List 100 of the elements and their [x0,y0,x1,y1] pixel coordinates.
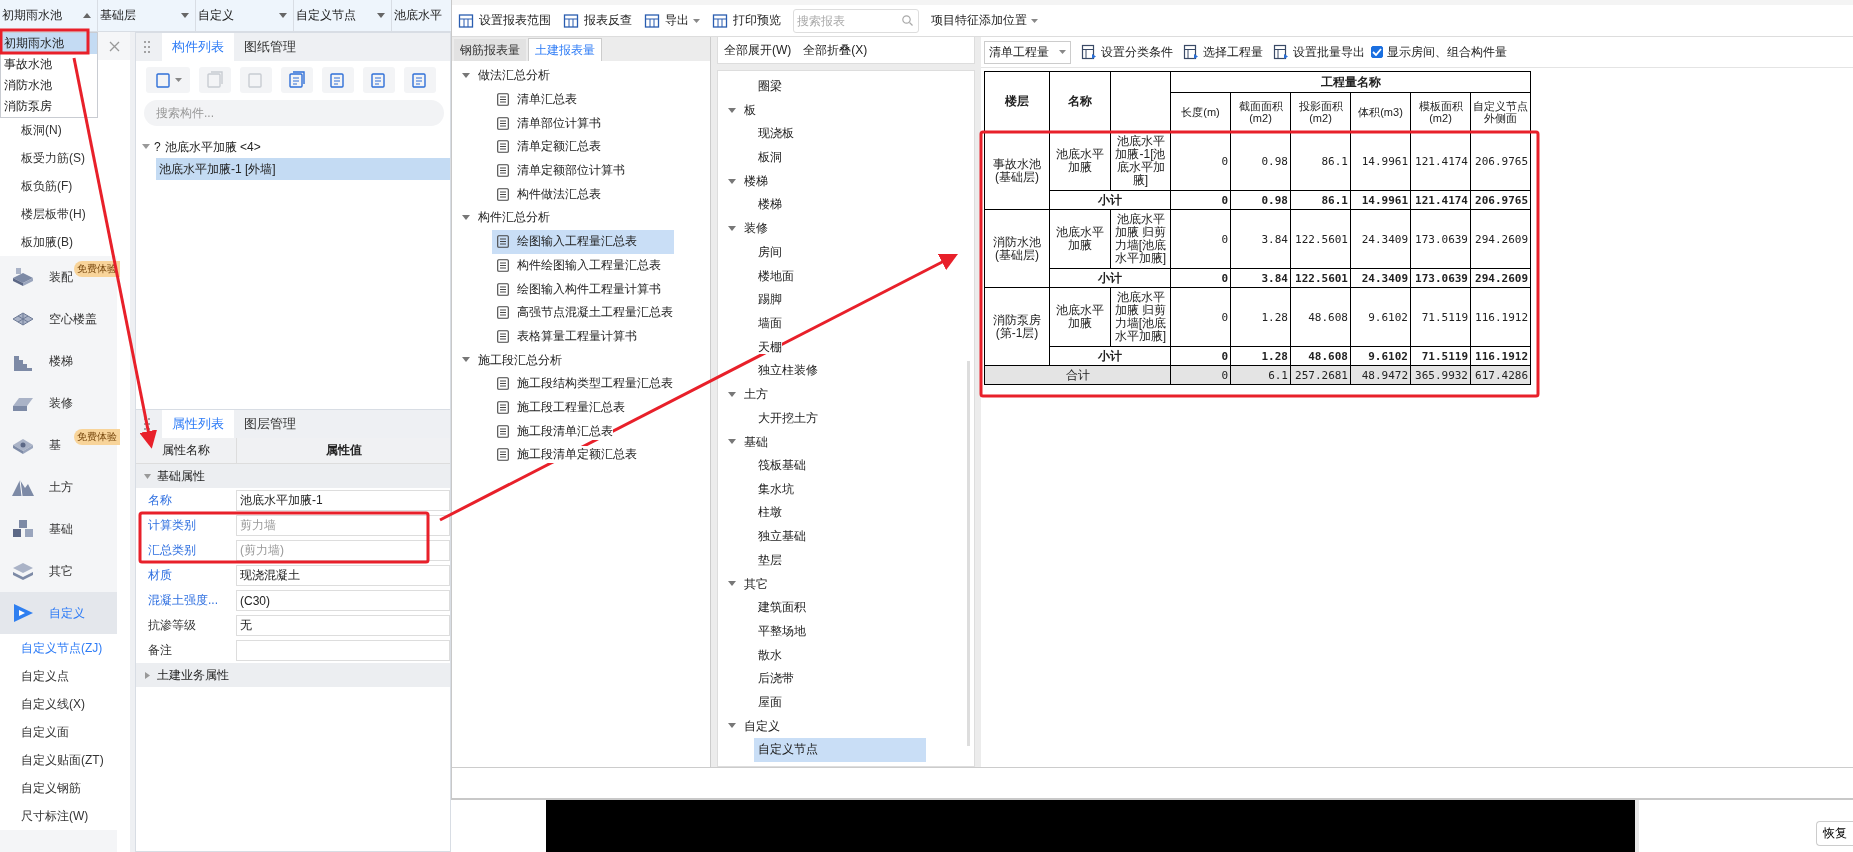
report-item[interactable]: 施工段工程量汇总表 [492,395,674,420]
report-item[interactable]: 清单定额汇总表 [492,135,674,159]
outline-item[interactable]: 独立柱装修 [754,359,926,383]
outline-item[interactable]: 后浇带 [754,667,926,691]
outline-item[interactable]: 柱墩 [754,501,926,526]
dropdown-option[interactable]: 消防水池 [1,75,97,96]
outline-item[interactable]: 大开挖土方 [754,406,926,431]
toolbar-button[interactable]: 选择工程量 [1183,43,1263,61]
category-item[interactable]: 土方 [0,466,117,508]
feature-position-select[interactable]: 项目特征添加位置 [931,12,1038,29]
table-cell: 24.3409 [1350,209,1411,269]
report-item[interactable]: 清单汇总表 [492,87,674,112]
group-header[interactable]: 基础属性 [136,464,450,488]
panel-tab[interactable]: 图层管理 [234,410,306,438]
property-value[interactable]: 无 [236,615,450,636]
outline-item[interactable]: 踢脚 [754,288,926,312]
status-mark: ? [154,140,161,154]
layer-select[interactable]: 自定义节点 [294,0,392,31]
report-item[interactable]: 表格算量工程量计算书 [492,324,674,349]
report-tab[interactable]: 钢筋报表量 [454,39,526,61]
layer-select[interactable]: 自定义 [196,0,294,31]
outline-group-label[interactable]: 楼梯 [744,173,768,191]
outline-item[interactable]: 楼地面 [754,264,926,289]
restore-button[interactable]: 恢复 [1816,821,1853,846]
outline-item[interactable]: 独立基础 [754,525,926,549]
toolbar-button[interactable]: 打印预览 [712,12,781,29]
outline-item[interactable]: 建筑面积 [754,596,926,620]
table-cell: 事故水池(基础层) [984,131,1050,210]
outline-item[interactable]: 筏板基础 [754,454,926,478]
outline-action[interactable]: 全部展开(W) [724,41,792,59]
report-item[interactable]: 清单部位计算书 [492,111,674,136]
report-item[interactable]: 施工段清单汇总表 [492,419,674,443]
quantity-type-select[interactable]: 清单工程量 [984,40,1071,64]
column-group-header: 工程量名称 [1170,71,1531,93]
panel-tab[interactable]: 属性列表 [162,410,234,438]
group-header[interactable]: 土建业务属性 [136,663,450,687]
search-field[interactable]: 搜索构件... [144,100,444,126]
layer-select[interactable]: 池底水平 [392,0,443,31]
outline-item[interactable]: 屋面 [754,690,926,715]
category-item[interactable]: 基 免费体验 [0,424,117,466]
report-tab[interactable]: 土建报表量 [528,38,602,61]
table-cell: 116.1912 [1470,346,1531,366]
outline-item[interactable]: 房间 [754,240,926,265]
toolbar-button[interactable]: 设置报表范围 [458,12,551,29]
report-item[interactable]: 施工段清单定额汇总表 [492,443,674,467]
property-value[interactable]: (C30) [236,590,450,611]
category-item[interactable]: 楼梯 [0,340,117,382]
toolbar-button[interactable]: 设置分类条件 [1081,43,1173,61]
layer-select[interactable]: 初期雨水池 [0,0,98,31]
category-item[interactable]: 空心楼盖 [0,298,117,340]
outline-group-label[interactable]: 自定义 [744,717,780,735]
table-cell: 小计 [1049,346,1171,366]
search-field[interactable]: 搜索报表 [793,8,919,33]
dropdown-option[interactable]: 事故水池 [1,54,97,75]
layer-select[interactable]: 基础层 [98,0,196,31]
tree-group-label[interactable]: 构件汇总分析 [478,209,550,227]
show-rooms-checkbox[interactable]: 显示房间、组合构件量 [1371,43,1507,61]
toolbar-button[interactable]: 导出 [644,12,700,29]
outline-group-label[interactable]: 其它 [744,575,768,593]
tree-group-label[interactable]: 做法汇总分析 [478,67,550,85]
table-cell: 消防泵房(第-1层) [984,287,1050,366]
outline-group-label[interactable]: 土方 [744,386,768,404]
category-item[interactable]: 基础 [0,508,117,550]
toolbar-button[interactable]: 报表反查 [563,12,632,29]
outline-item[interactable]: 墙面 [754,311,926,336]
outline-item[interactable]: 板洞 [754,146,926,170]
outline-item[interactable]: 圈梁 [754,75,926,99]
category-item[interactable]: 装修 [0,382,117,424]
outline-item[interactable]: 天棚 [754,335,926,360]
report-item[interactable]: 绘图输入工程量汇总表 [492,229,674,254]
property-value[interactable]: 现浇混凝土 [236,565,450,586]
panel-tab[interactable]: 构件列表 [162,33,234,61]
category-item[interactable]: 其它 [0,550,117,592]
outline-item[interactable]: 散水 [754,643,926,668]
trial-badge: 免费体验 [74,429,120,445]
component-item[interactable]: 池底水平加腋-1 [外墙] [156,158,450,180]
outline-item[interactable]: 现浇板 [754,122,926,147]
tree-group-label[interactable]: 施工段汇总分析 [478,351,562,369]
report-item[interactable]: 构件做法汇总表 [492,182,674,207]
outline-group-label[interactable]: 装修 [744,220,768,238]
table-cell: 206.9765 [1470,131,1531,191]
outline-group-label[interactable]: 基础 [744,433,768,451]
outline-item[interactable]: 垫层 [754,548,926,573]
tree-label[interactable]: 池底水平加腋 <4> [164,138,261,156]
table-cell: 71.5119 [1410,346,1471,366]
outline-group-label[interactable]: 板 [744,102,756,120]
column-header: 属性值 [324,442,363,459]
toolbar-button[interactable]: 设置批量导出 [1273,43,1365,61]
outline-action[interactable]: 全部折叠(X) [803,41,868,59]
outline-item[interactable]: 自定义节点 [754,738,926,762]
panel-tab[interactable]: 图纸管理 [234,33,306,61]
outline-item[interactable]: 楼梯 [754,193,926,218]
report-item[interactable]: 清单定额部位计算书 [492,158,674,183]
table-cell: 9.6102 [1350,346,1411,366]
outline-item[interactable]: 平整场地 [754,619,926,644]
property-value[interactable]: 池底水平加腋-1 [236,490,450,511]
table-cell: 71.5119 [1410,287,1471,347]
dropdown-option[interactable]: 消防泵房 [1,96,97,117]
outline-item[interactable]: 集水坑 [754,477,926,502]
table-cell: 0 [1170,346,1231,366]
